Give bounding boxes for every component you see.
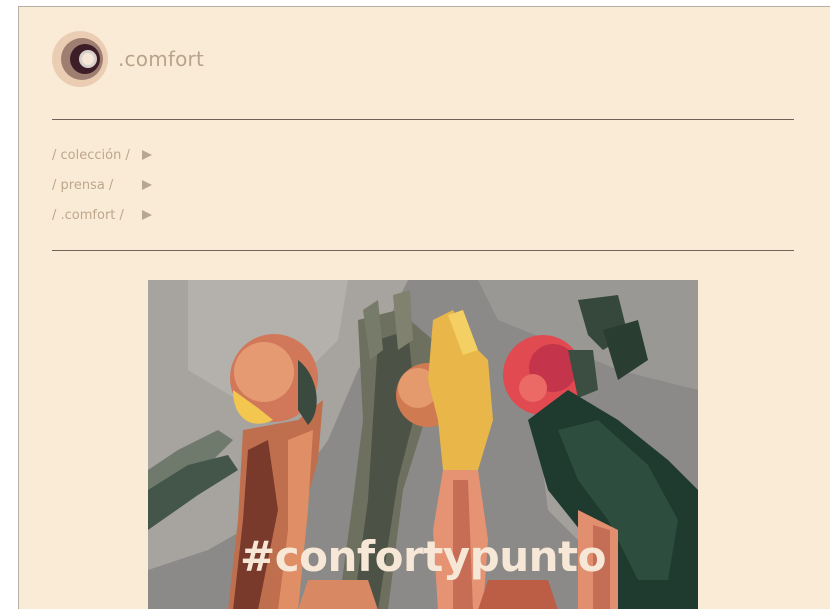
- hero-caption: #confortypunto: [240, 532, 606, 581]
- play-arrow-icon[interactable]: [142, 180, 152, 190]
- play-arrow-icon[interactable]: [142, 210, 152, 220]
- nav-item-label[interactable]: / prensa /: [52, 178, 113, 193]
- logo-icon: [52, 31, 108, 87]
- nav-item-label[interactable]: / colección /: [52, 148, 130, 163]
- divider-top: [52, 119, 794, 120]
- page-frame: .comfort / colección / / prensa / / .com…: [18, 6, 830, 609]
- divider-bottom: [52, 250, 794, 251]
- play-arrow-icon[interactable]: [142, 150, 152, 160]
- brand-name[interactable]: .comfort: [118, 47, 204, 71]
- brand-header[interactable]: .comfort: [52, 31, 204, 87]
- nav-item-label[interactable]: / .comfort /: [52, 208, 124, 223]
- hero-image: #confortypunto: [148, 280, 698, 609]
